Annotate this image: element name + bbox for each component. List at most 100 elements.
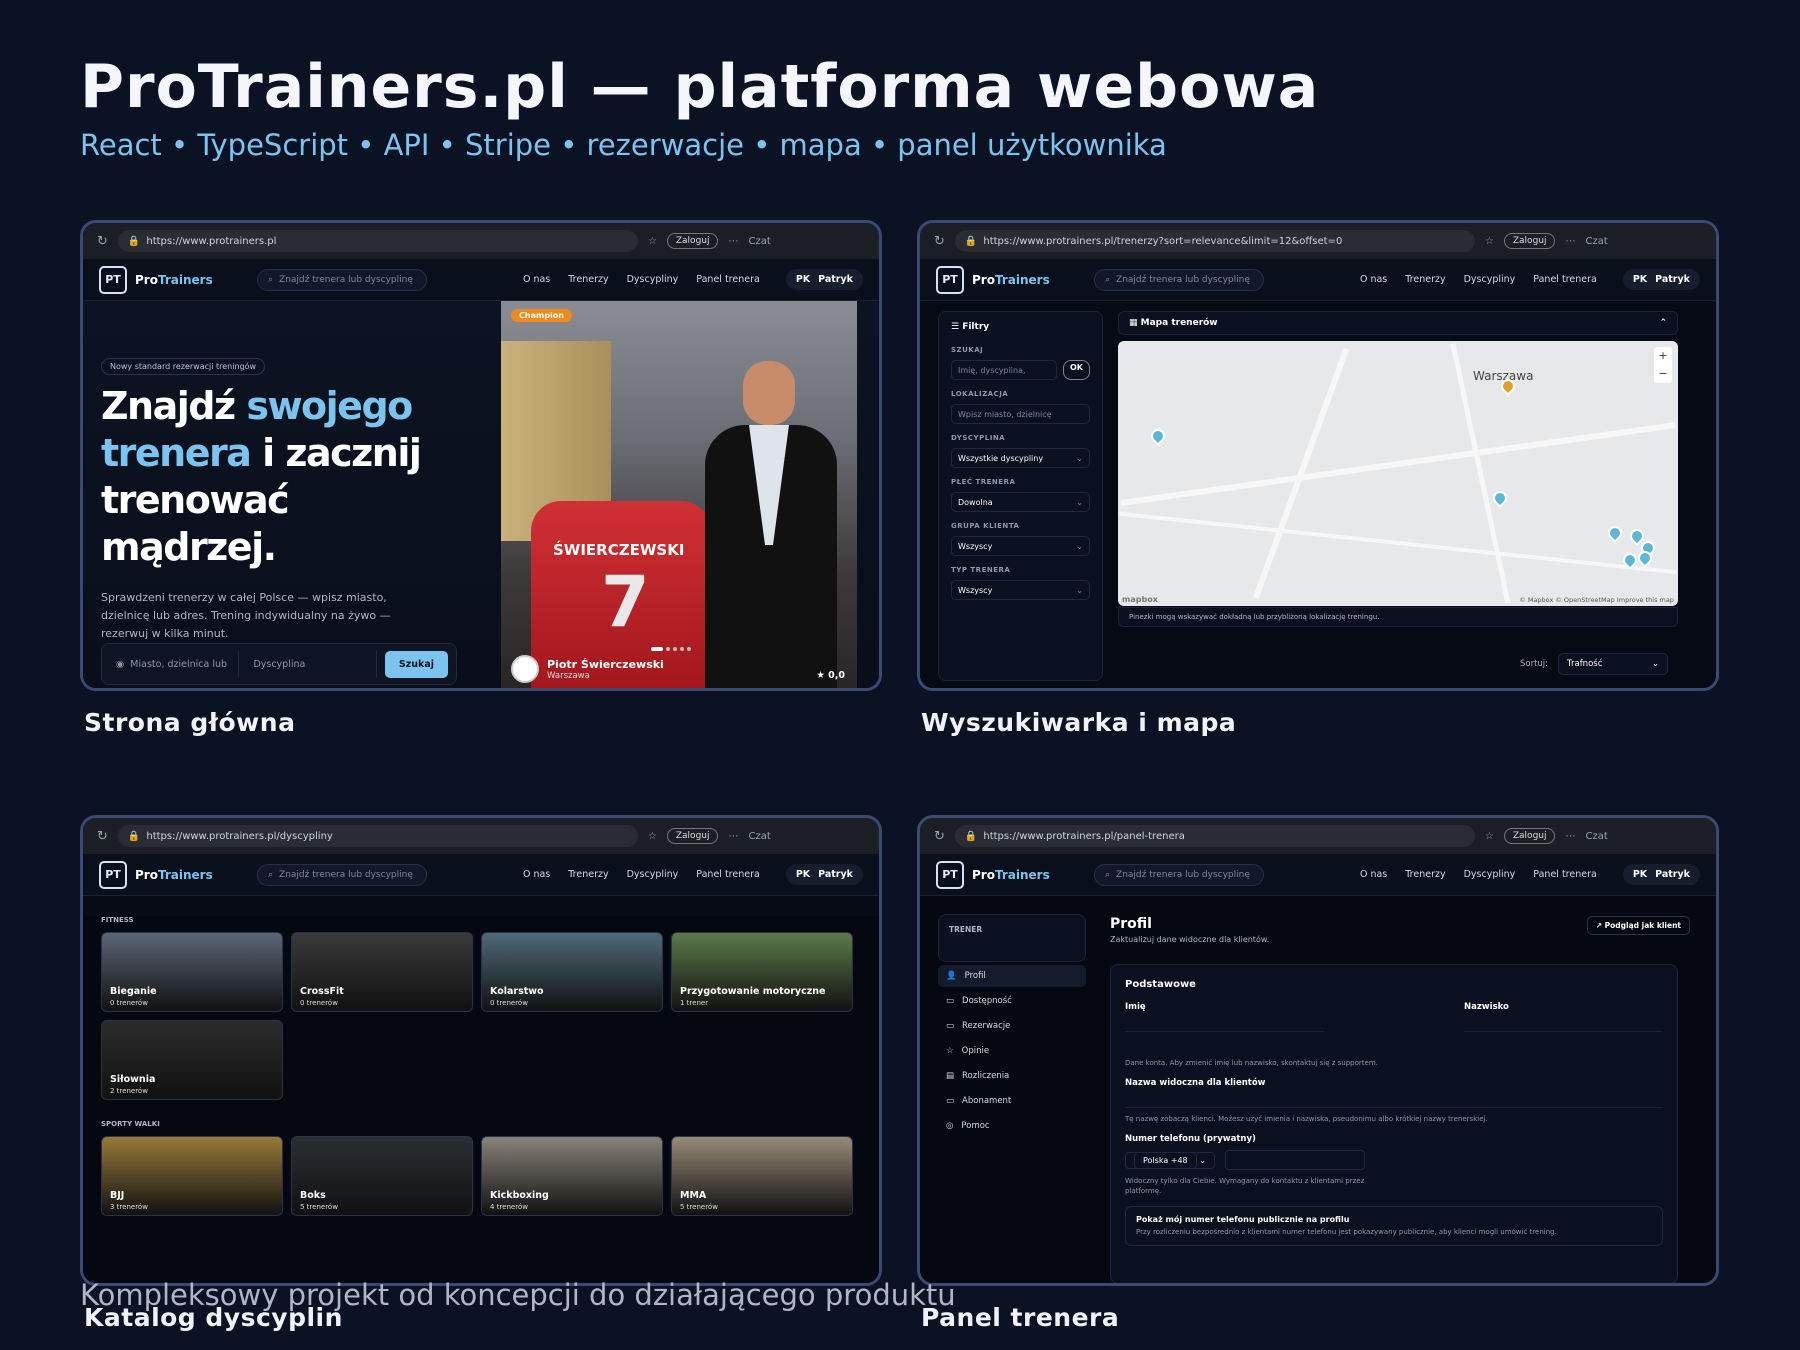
more-icon[interactable]: ⋯ xyxy=(1565,831,1575,842)
search-input[interactable]: ⌕ Znajdź trenera lub dyscyplinę xyxy=(257,268,427,291)
discipline-tile[interactable]: CrossFit 0 trenerów xyxy=(291,932,473,1012)
more-icon[interactable]: ⋯ xyxy=(1565,236,1575,247)
menu-availability[interactable]: ▭ Dostępność xyxy=(938,990,1086,1012)
discipline-tile[interactable]: Boks 5 trenerów xyxy=(291,1136,473,1216)
nav-trainer-panel[interactable]: Panel trenera xyxy=(696,274,760,285)
nav-about[interactable]: O nas xyxy=(1360,869,1387,880)
star-icon[interactable]: ☆ xyxy=(1485,831,1494,842)
user-menu[interactable]: PK Patryk xyxy=(1622,269,1700,290)
public-phone-checkbox[interactable]: Pokaż mój numer telefonu publicznie na p… xyxy=(1125,1206,1663,1246)
zoom-control[interactable]: + − xyxy=(1654,347,1672,383)
user-menu[interactable]: PK Patryk xyxy=(785,269,863,290)
chevron-down-icon: ⌄ xyxy=(1076,497,1083,507)
login-button[interactable]: Zaloguj xyxy=(1503,828,1556,844)
nav-disciplines[interactable]: Dyscypliny xyxy=(627,869,679,880)
url-bar[interactable]: 🔒 https://www.protrainers.pl/dyscypliny xyxy=(117,825,638,847)
discipline-tile[interactable]: Kickboxing 4 trenerów xyxy=(481,1136,663,1216)
star-icon[interactable]: ☆ xyxy=(1485,236,1494,247)
reload-icon[interactable]: ↻ xyxy=(97,234,108,249)
last-name-field[interactable] xyxy=(1464,1016,1663,1032)
nav-disciplines[interactable]: Dyscypliny xyxy=(1464,274,1516,285)
logo[interactable]: PT ProTrainers xyxy=(936,860,1094,889)
trainer-photo[interactable]: ŚWIERCZEWSKI 7 Champion Piotr Świerczewsk… xyxy=(501,301,857,688)
discipline-tile[interactable]: Bieganie 0 trenerów xyxy=(101,932,283,1012)
type-select[interactable]: Wszyscy ⌄ xyxy=(951,580,1090,600)
trainers-map[interactable]: Warszawa + − mapbox © Mapbox © OpenStreet… xyxy=(1118,341,1678,606)
sex-select[interactable]: Dowolna ⌄ xyxy=(951,492,1090,512)
nav-trainer-panel[interactable]: Panel trenera xyxy=(1533,274,1597,285)
discipline-select[interactable]: Wszystkie dyscypliny ⌄ xyxy=(951,448,1090,468)
carousel-dots[interactable] xyxy=(651,647,691,651)
country-select[interactable]: Polska +48 ⌄ xyxy=(1125,1151,1215,1169)
discipline-select[interactable]: Dyscyplina xyxy=(247,650,377,678)
preview-button[interactable]: ↗ Podgląd jak klient xyxy=(1586,916,1690,935)
nav-about[interactable]: O nas xyxy=(523,274,550,285)
reload-icon[interactable]: ↻ xyxy=(934,829,945,844)
url-bar[interactable]: 🔒 https://www.protrainers.pl/panel-trener… xyxy=(954,825,1475,847)
search-button[interactable]: Szukaj xyxy=(384,650,448,678)
location-input[interactable]: Wpisz miasto, dzielnicę xyxy=(951,404,1090,424)
first-name-field[interactable] xyxy=(1125,1016,1324,1032)
discipline-tile[interactable]: BJJ 3 trenerów xyxy=(101,1136,283,1216)
chat-button[interactable]: Czat xyxy=(1585,236,1607,247)
menu-reviews[interactable]: ☆ Opinie xyxy=(938,1040,1086,1062)
discipline-tile[interactable]: Przygotowanie motoryczne 1 trener xyxy=(671,932,853,1012)
filter-label: PŁEĆ TRENERA xyxy=(951,478,1016,486)
nav-trainer-panel[interactable]: Panel trenera xyxy=(1533,869,1597,880)
star-icon[interactable]: ☆ xyxy=(648,831,657,842)
menu-billing[interactable]: ▤ Rozliczenia xyxy=(938,1065,1086,1087)
discipline-tile[interactable]: Siłownia 2 trenerów xyxy=(101,1020,283,1100)
logo[interactable]: PT ProTrainers xyxy=(936,265,1094,294)
nav-trainer-panel[interactable]: Panel trenera xyxy=(696,869,760,880)
more-icon[interactable]: ⋯ xyxy=(728,831,738,842)
user-menu[interactable]: PK Patryk xyxy=(785,864,863,885)
search-input[interactable]: ⌕ Znajdź trenera lub dyscyplinę xyxy=(1094,863,1264,886)
login-button[interactable]: Zaloguj xyxy=(666,828,719,844)
search-input[interactable]: ⌕ Znajdź trenera lub dyscyplinę xyxy=(257,863,427,886)
screenshot-disciplines: ↻ 🔒 https://www.protrainers.pl/dyscypliny… xyxy=(80,815,882,1286)
reload-icon[interactable]: ↻ xyxy=(97,829,108,844)
map-header[interactable]: ▦ Mapa trenerów ⌃ xyxy=(1118,311,1678,335)
chat-button[interactable]: Czat xyxy=(748,236,770,247)
user-menu[interactable]: PK Patryk xyxy=(1622,864,1700,885)
reload-icon[interactable]: ↻ xyxy=(934,234,945,249)
city-input[interactable]: ◉ Miasto, dzielnica lub xyxy=(110,650,240,678)
nav-disciplines[interactable]: Dyscypliny xyxy=(627,274,679,285)
url-bar[interactable]: 🔒 https://www.protrainers.pl/trenerzy?sor… xyxy=(954,230,1475,252)
filter-search-input[interactable]: Imię, dyscyplina, xyxy=(951,360,1057,380)
nav-about[interactable]: O nas xyxy=(523,869,550,880)
menu-subscription[interactable]: ▭ Abonament xyxy=(938,1090,1086,1112)
map-pin-icon[interactable] xyxy=(1148,426,1168,446)
logo[interactable]: PT ProTrainers xyxy=(99,860,257,889)
map-attribution[interactable]: © Mapbox © OpenStreetMap Improve this ma… xyxy=(1519,596,1674,604)
ok-button[interactable]: OK xyxy=(1063,360,1090,380)
discipline-tile[interactable]: MMA 5 trenerów xyxy=(671,1136,853,1216)
phone-field[interactable] xyxy=(1224,1150,1365,1170)
menu-help[interactable]: ◎ Pomoc xyxy=(938,1115,1086,1137)
nav-trainers[interactable]: Trenerzy xyxy=(568,274,608,285)
more-icon[interactable]: ⋯ xyxy=(728,236,738,247)
display-name-field[interactable] xyxy=(1125,1092,1663,1108)
chat-button[interactable]: Czat xyxy=(1585,831,1607,842)
group-select[interactable]: Wszyscy ⌄ xyxy=(951,536,1090,556)
url-bar[interactable]: 🔒 https://www.protrainers.pl xyxy=(117,230,638,252)
nav-trainers[interactable]: Trenerzy xyxy=(1405,274,1445,285)
nav-trainers[interactable]: Trenerzy xyxy=(568,869,608,880)
menu-bookings[interactable]: ▭ Rezerwacje xyxy=(938,1015,1086,1037)
login-button[interactable]: Zaloguj xyxy=(1503,233,1556,249)
menu-profile[interactable]: 👤 Profil xyxy=(938,965,1086,987)
sort-select[interactable]: Trafność ⌄ xyxy=(1558,653,1669,675)
star-icon[interactable]: ☆ xyxy=(648,236,657,247)
chat-button[interactable]: Czat xyxy=(748,831,770,842)
logo[interactable]: PT ProTrainers xyxy=(99,265,257,294)
nav-trainers[interactable]: Trenerzy xyxy=(1405,869,1445,880)
login-button[interactable]: Zaloguj xyxy=(666,233,719,249)
map-pin-icon[interactable] xyxy=(1490,488,1510,508)
discipline-tile[interactable]: Kolarstwo 0 trenerów xyxy=(481,932,663,1012)
nav-disciplines[interactable]: Dyscypliny xyxy=(1464,869,1516,880)
nav-about[interactable]: O nas xyxy=(1360,274,1387,285)
search-input[interactable]: ⌕ Znajdź trenera lub dyscyplinę xyxy=(1094,268,1264,291)
map-pin-icon[interactable] xyxy=(1605,523,1625,543)
app-navbar: PT ProTrainers ⌕ Znajdź trenera lub dyscyp… xyxy=(920,259,1716,301)
trainer-card: TRENER xyxy=(938,914,1086,962)
